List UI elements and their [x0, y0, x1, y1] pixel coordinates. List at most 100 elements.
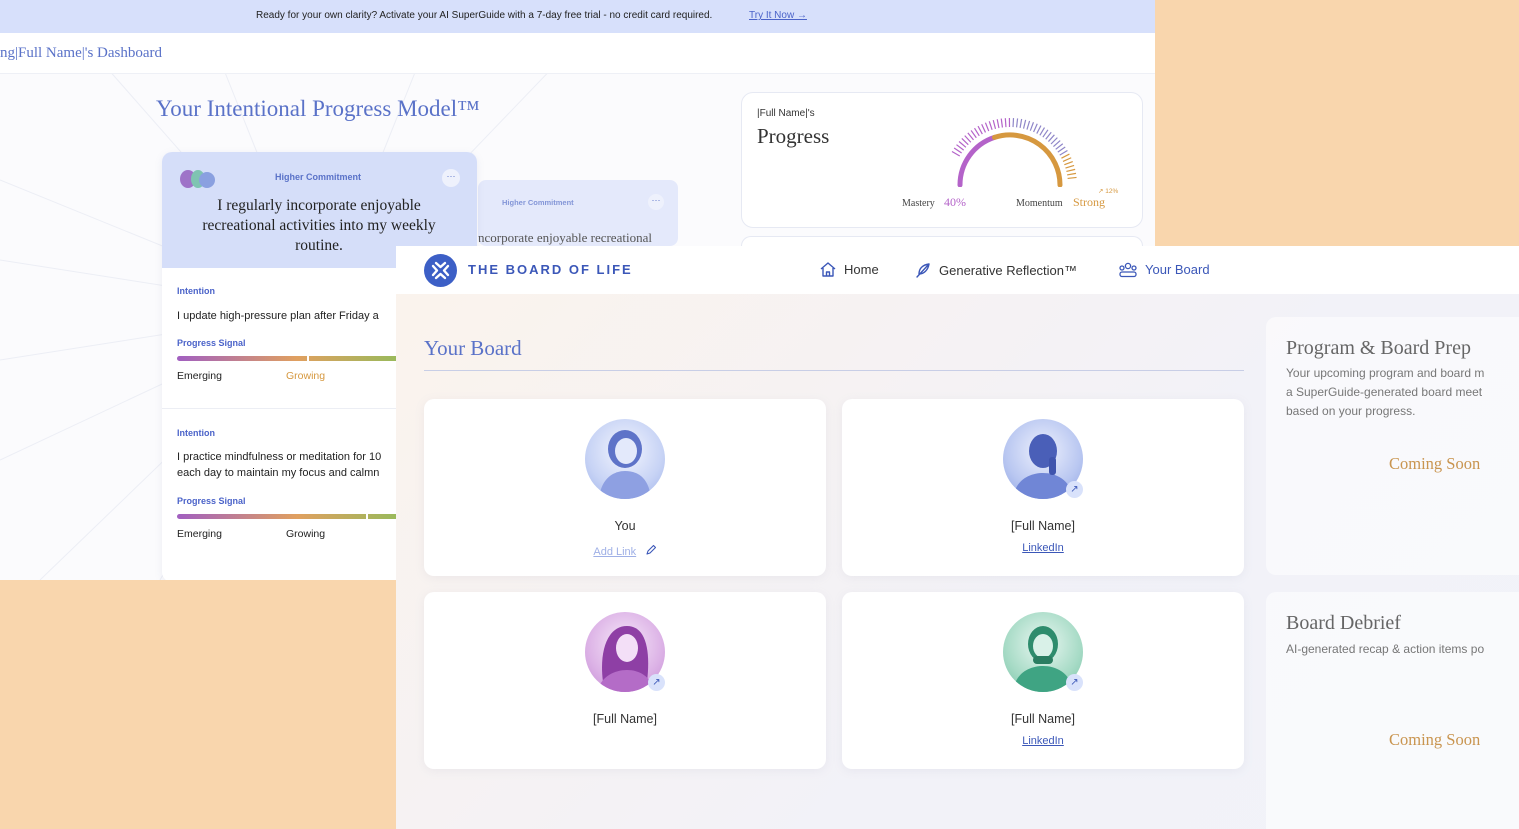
- mastery-label: Mastery: [902, 198, 935, 209]
- commitment-card-secondary[interactable]: Higher Commitment ··· ncorporate enjoyab…: [478, 180, 678, 246]
- gauge-tick: [1019, 118, 1023, 128]
- member-name: [Full Name]: [1011, 519, 1075, 533]
- board-member-card[interactable]: ↗ [Full Name]: [424, 592, 826, 769]
- nav-home-label: Home: [844, 262, 879, 277]
- gauge-tick: [977, 125, 983, 135]
- progress-owner: |Full Name|'s: [757, 108, 815, 119]
- progress-model-title: Your Intentional Progress Model™: [156, 96, 480, 121]
- more-options-icon[interactable]: ···: [648, 194, 664, 210]
- momentum-delta: ↗ 12%: [1098, 188, 1119, 195]
- gauge-tick: [1059, 149, 1068, 156]
- gauge-tick: [1029, 122, 1035, 131]
- external-link-icon[interactable]: ↗: [648, 674, 665, 691]
- add-link-row[interactable]: Add Link: [424, 542, 826, 560]
- member-name: [Full Name]: [1011, 712, 1075, 726]
- mastery-value: 40%: [944, 195, 966, 209]
- gauge-tick: [1053, 140, 1061, 148]
- gauge-tick: [1042, 129, 1049, 138]
- intention-text: I practice mindfulness or meditation for…: [177, 451, 382, 479]
- gauge-tick: [956, 144, 965, 151]
- intention-text: I update high-pressure plan after Friday…: [177, 310, 379, 322]
- gauge-tick: [988, 121, 993, 131]
- nav-your-board[interactable]: Your Board: [1118, 261, 1210, 278]
- gauge-tick: [1000, 118, 1004, 128]
- gauge-tick: [953, 147, 962, 154]
- progress-signal-bar: [177, 514, 417, 519]
- panel-description: a SuperGuide-generated board meet: [1286, 385, 1483, 399]
- feather-icon: [916, 263, 930, 278]
- gauge-tick: [1066, 168, 1076, 173]
- intention-label: Intention: [177, 286, 215, 296]
- gauge-tick: [970, 130, 977, 139]
- try-it-now-link[interactable]: Try It Now →: [749, 10, 807, 21]
- home-icon: [820, 262, 836, 277]
- gauge-tick: [1064, 160, 1073, 166]
- intention-label: Intention: [177, 428, 215, 438]
- banner-text: Ready for your own clarity? Activate you…: [256, 10, 713, 21]
- external-link-icon[interactable]: ↗: [1066, 481, 1083, 498]
- linkedin-link[interactable]: LinkedIn: [842, 542, 1244, 554]
- signal-emerging: Emerging: [177, 370, 222, 382]
- board-debrief-panel: Board Debrief AI-generated recap & actio…: [1266, 592, 1519, 829]
- more-options-icon[interactable]: ···: [442, 169, 460, 187]
- gauge-tick: [951, 150, 961, 157]
- external-link-icon[interactable]: ↗: [1066, 674, 1083, 691]
- nav-generative-reflection[interactable]: Generative Reflection™: [914, 261, 1077, 279]
- gauge-tick: [981, 124, 987, 133]
- gauge-tick: [1050, 137, 1058, 145]
- signal-growing: Growing: [286, 370, 326, 382]
- board-member-card[interactable]: You Add Link: [424, 399, 826, 576]
- progress-signal-marker: [307, 354, 309, 363]
- program-board-prep-panel: Program & Board Prep Your upcoming progr…: [1266, 317, 1519, 575]
- trial-banner: Ready for your own clarity? Activate you…: [0, 0, 1155, 33]
- group-icon: [1119, 262, 1137, 278]
- commitment-tag: Higher Commitment: [275, 172, 362, 182]
- commitment-emblem-icon: [180, 170, 215, 188]
- brand-name[interactable]: THE BOARD OF LIFE: [468, 262, 633, 277]
- progress-signal-marker: [366, 512, 368, 521]
- linkedin-link[interactable]: LinkedIn: [842, 735, 1244, 747]
- board-member-card[interactable]: ↗ [Full Name] LinkedIn: [842, 399, 1244, 576]
- panel-description: Your upcoming program and board m: [1286, 366, 1485, 380]
- gauge-tick: [1062, 157, 1072, 162]
- signal-emerging: Emerging: [177, 528, 222, 540]
- gauge-tick: [1033, 123, 1038, 133]
- gauge-tick: [1022, 119, 1027, 129]
- gauge-tick: [1026, 120, 1031, 130]
- gauge-tick: [961, 138, 969, 146]
- dashboard-header: ng|Full Name|'s Dashboard: [0, 33, 1155, 74]
- nav-home[interactable]: Home: [819, 261, 879, 278]
- person-photo: [599, 430, 651, 499]
- gauge-tick: [1039, 127, 1046, 136]
- panel-description: based on your progress.: [1286, 404, 1416, 418]
- progress-signal-label: Progress Signal: [177, 496, 246, 506]
- gauge-tick: [996, 119, 1000, 129]
- member-name: [Full Name]: [593, 712, 657, 726]
- gauge-tick: [1045, 131, 1052, 140]
- member-name: You: [614, 519, 636, 533]
- gauge-tick: [1067, 176, 1077, 180]
- pencil-icon[interactable]: [645, 544, 657, 556]
- progress-card: |Full Name|'s Progress Mastery 40% Momen…: [741, 92, 1143, 228]
- board-logo-icon[interactable]: [424, 254, 457, 287]
- gauge-tick: [1057, 146, 1066, 153]
- gauge-tick: [1067, 172, 1077, 176]
- progress-title: Progress: [757, 124, 830, 148]
- gauge-tick: [1047, 134, 1055, 142]
- title-divider: [424, 370, 1244, 371]
- board-member-card[interactable]: ↗ [Full Name] LinkedIn: [842, 592, 1244, 769]
- panel-title: Program & Board Prep: [1286, 337, 1471, 359]
- gauge-tick: [992, 119, 997, 129]
- coming-soon-label: Coming Soon: [1389, 730, 1481, 749]
- panel-title: Board Debrief: [1286, 612, 1401, 634]
- gauge-tick: [984, 122, 990, 132]
- gauge-tick: [1004, 118, 1007, 128]
- nav-reflection-label: Generative Reflection™: [939, 262, 1078, 278]
- gauge-tick: [1061, 153, 1070, 159]
- gauge-tick: [1055, 143, 1064, 150]
- progress-signal-label: Progress Signal: [177, 338, 246, 348]
- gauge-tick: [964, 135, 972, 143]
- add-link[interactable]: Add Link: [593, 546, 636, 558]
- signal-growing: Growing: [286, 528, 326, 540]
- page-title: Your Board: [424, 336, 522, 360]
